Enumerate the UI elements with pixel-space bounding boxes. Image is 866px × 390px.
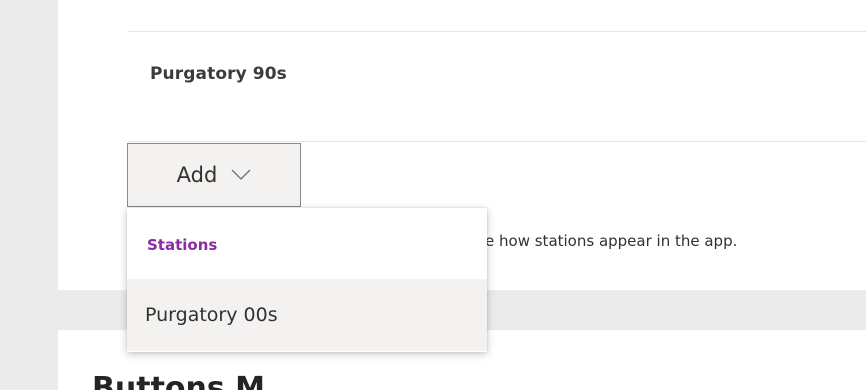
settings-page: Purgatory 90s Add nge how stations appea… bbox=[0, 0, 866, 390]
list-divider bbox=[128, 141, 866, 142]
chevron-down-icon bbox=[231, 169, 251, 180]
section-heading: Buttons M bbox=[92, 371, 266, 390]
station-list-item[interactable]: Purgatory 90s bbox=[150, 64, 287, 84]
dropdown-group-header: Stations bbox=[147, 236, 218, 254]
add-dropdown-menu: Stations Purgatory 00s bbox=[127, 208, 487, 352]
helper-text: nge how stations appear in the app. bbox=[466, 232, 738, 250]
add-button-label: Add bbox=[176, 163, 218, 187]
add-button[interactable]: Add bbox=[127, 143, 301, 207]
dropdown-option-station[interactable]: Purgatory 00s bbox=[127, 279, 487, 351]
list-divider bbox=[128, 31, 866, 32]
